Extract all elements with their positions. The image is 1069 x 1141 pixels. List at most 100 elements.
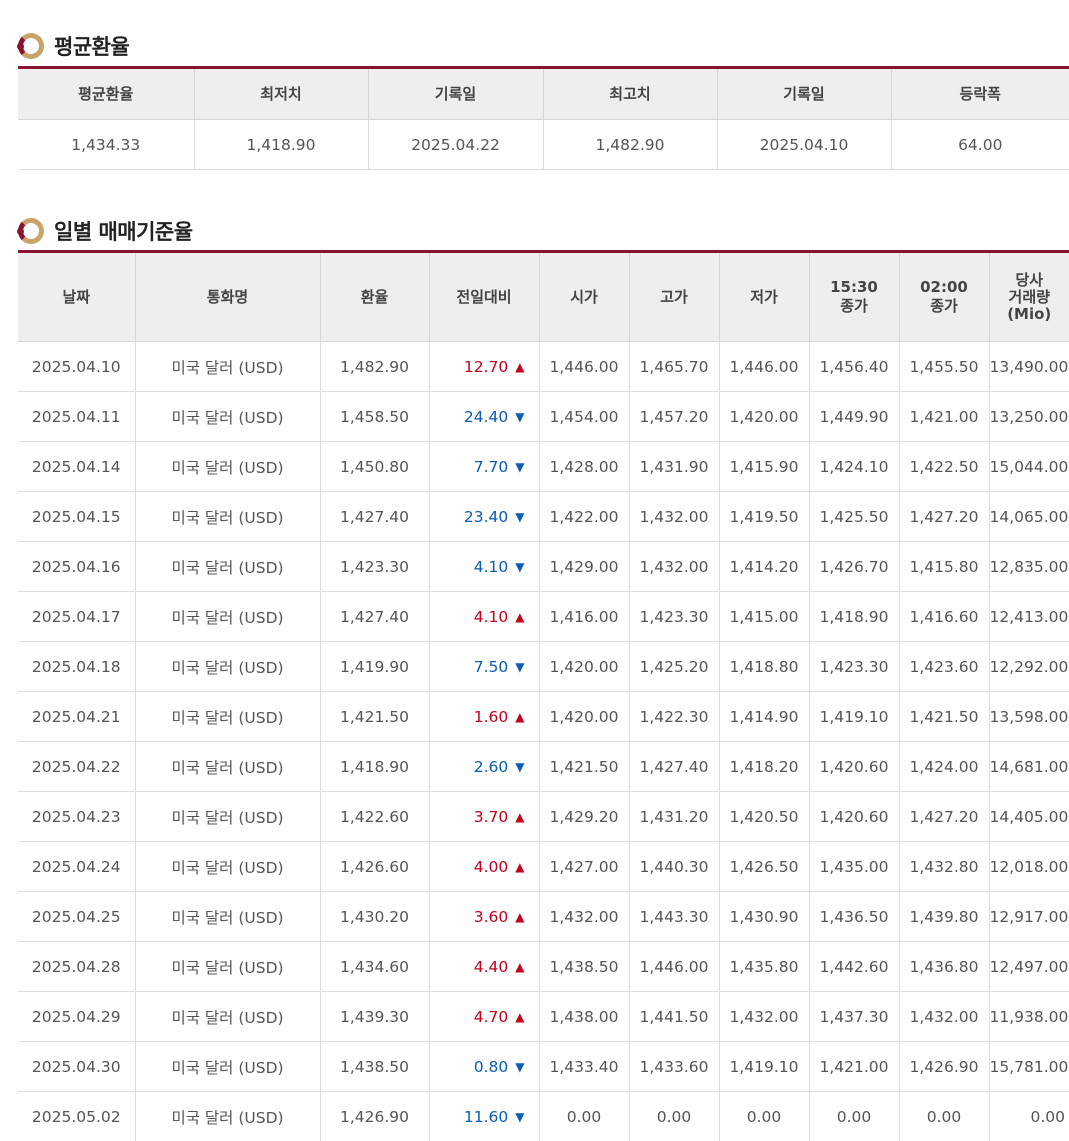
change-cell: 4.10▲ xyxy=(429,592,539,642)
date-cell: 2025.04.10 xyxy=(18,342,135,392)
date-cell: 2025.04.16 xyxy=(18,542,135,592)
change-cell: 4.40▲ xyxy=(429,942,539,992)
change-value: 0.80 xyxy=(474,1058,509,1076)
avg-col-header: 기록일 xyxy=(717,68,891,120)
rate-cell: 1,430.20 xyxy=(320,892,429,942)
table-row: 2025.04.30미국 달러 (USD)1,438.500.80▼1,433.… xyxy=(18,1042,1069,1092)
avg-rate-table: 평균환율최저치기록일최고치기록일등락폭 1,434.331,418.902025… xyxy=(18,66,1069,170)
change-cell: 23.40▼ xyxy=(429,492,539,542)
close0200-cell: 1,427.20 xyxy=(899,492,989,542)
rate-cell: 1,418.90 xyxy=(320,742,429,792)
volume-cell: 13,598.00 xyxy=(989,692,1069,742)
change-value: 1.60 xyxy=(474,708,509,726)
change-value: 23.40 xyxy=(464,508,508,526)
open-cell: 1,421.50 xyxy=(539,742,629,792)
date-cell: 2025.04.18 xyxy=(18,642,135,692)
close1530-cell: 1,449.90 xyxy=(809,392,899,442)
avg-value-cell: 64.00 xyxy=(891,120,1069,170)
change-cell: 0.80 ▼ xyxy=(429,1042,539,1092)
volume-cell: 14,681.00 xyxy=(989,742,1069,792)
triangle-down-icon: ▼ xyxy=(515,1060,524,1074)
volume-cell: 11,938.00 xyxy=(989,992,1069,1042)
close0200-cell: 1,432.80 xyxy=(899,842,989,892)
rate-cell: 1,439.30 xyxy=(320,992,429,1042)
change-value: 2.60 xyxy=(474,758,509,776)
daily-col-header: 저가 xyxy=(719,252,809,342)
close1530-cell: 1,437.30 xyxy=(809,992,899,1042)
date-cell: 2025.04.14 xyxy=(18,442,135,492)
high-cell: 1,457.20 xyxy=(629,392,719,442)
change-cell: 12.70▲ xyxy=(429,342,539,392)
low-cell: 1,420.00 xyxy=(719,392,809,442)
date-cell: 2025.04.25 xyxy=(18,892,135,942)
open-cell: 1,446.00 xyxy=(539,342,629,392)
low-cell: 0.00 xyxy=(719,1092,809,1141)
low-cell: 1,426.50 xyxy=(719,842,809,892)
open-cell: 1,420.00 xyxy=(539,642,629,692)
close1530-cell: 1,423.30 xyxy=(809,642,899,692)
high-cell: 1,431.90 xyxy=(629,442,719,492)
close0200-cell: 1,455.50 xyxy=(899,342,989,392)
date-cell: 2025.04.29 xyxy=(18,992,135,1042)
avg-col-header: 기록일 xyxy=(368,68,543,120)
date-cell: 2025.04.23 xyxy=(18,792,135,842)
volume-cell: 13,490.00 xyxy=(989,342,1069,392)
table-row: 2025.04.17미국 달러 (USD)1,427.404.10▲1,416.… xyxy=(18,592,1069,642)
close0200-cell: 1,423.60 xyxy=(899,642,989,692)
low-cell: 1,446.00 xyxy=(719,342,809,392)
change-cell: 4.00▲ xyxy=(429,842,539,892)
currency-cell: 미국 달러 (USD) xyxy=(135,992,320,1042)
change-value: 3.70 xyxy=(474,808,509,826)
open-cell: 1,454.00 xyxy=(539,392,629,442)
date-cell: 2025.04.17 xyxy=(18,592,135,642)
rate-cell: 1,482.90 xyxy=(320,342,429,392)
avg-value-cell: 1,434.33 xyxy=(18,120,194,170)
high-cell: 1,432.00 xyxy=(629,492,719,542)
close0200-cell: 1,436.80 xyxy=(899,942,989,992)
change-value: 4.10 xyxy=(474,558,509,576)
daily-col-header: 환율 xyxy=(320,252,429,342)
date-cell: 2025.04.15 xyxy=(18,492,135,542)
volume-cell: 12,018.00 xyxy=(989,842,1069,892)
currency-cell: 미국 달러 (USD) xyxy=(135,542,320,592)
change-value: 24.40 xyxy=(464,408,508,426)
open-cell: 1,429.00 xyxy=(539,542,629,592)
open-cell: 1,433.40 xyxy=(539,1042,629,1092)
currency-cell: 미국 달러 (USD) xyxy=(135,892,320,942)
volume-cell: 12,917.00 xyxy=(989,892,1069,942)
change-cell: 2.60 ▼ xyxy=(429,742,539,792)
rate-cell: 1,422.60 xyxy=(320,792,429,842)
triangle-down-icon: ▼ xyxy=(515,660,524,674)
avg-section-title: 평균환율 xyxy=(54,31,129,61)
rate-cell: 1,419.90 xyxy=(320,642,429,692)
low-cell: 1,415.00 xyxy=(719,592,809,642)
open-cell: 1,416.00 xyxy=(539,592,629,642)
currency-cell: 미국 달러 (USD) xyxy=(135,492,320,542)
volume-cell: 13,250.00 xyxy=(989,392,1069,442)
change-cell: 24.40▼ xyxy=(429,392,539,442)
avg-section-header: 평균환율 xyxy=(18,31,129,61)
close0200-cell: 1,432.00 xyxy=(899,992,989,1042)
avg-value-cell: 1,482.90 xyxy=(543,120,717,170)
low-cell: 1,414.90 xyxy=(719,692,809,742)
triangle-up-icon: ▲ xyxy=(515,810,524,824)
open-cell: 1,428.00 xyxy=(539,442,629,492)
table-row: 2025.04.29미국 달러 (USD)1,439.304.70▲1,438.… xyxy=(18,992,1069,1042)
close1530-cell: 0.00 xyxy=(809,1092,899,1141)
table-row: 2025.04.14미국 달러 (USD)1,450.807.70▼1,428.… xyxy=(18,442,1069,492)
change-value: 4.10 xyxy=(474,608,509,626)
change-value: 4.00 xyxy=(474,858,509,876)
triangle-up-icon: ▲ xyxy=(515,1010,524,1024)
triangle-down-icon: ▼ xyxy=(515,760,524,774)
close0200-cell: 1,421.50 xyxy=(899,692,989,742)
daily-col-header: 전일대비 xyxy=(429,252,539,342)
triangle-up-icon: ▲ xyxy=(515,710,524,724)
currency-cell: 미국 달러 (USD) xyxy=(135,742,320,792)
currency-cell: 미국 달러 (USD) xyxy=(135,442,320,492)
open-cell: 1,432.00 xyxy=(539,892,629,942)
close1530-cell: 1,456.40 xyxy=(809,342,899,392)
volume-cell: 0.00 xyxy=(989,1092,1069,1141)
close1530-cell: 1,420.60 xyxy=(809,792,899,842)
daily-col-header: 02:00 종가 xyxy=(899,252,989,342)
currency-cell: 미국 달러 (USD) xyxy=(135,1042,320,1092)
